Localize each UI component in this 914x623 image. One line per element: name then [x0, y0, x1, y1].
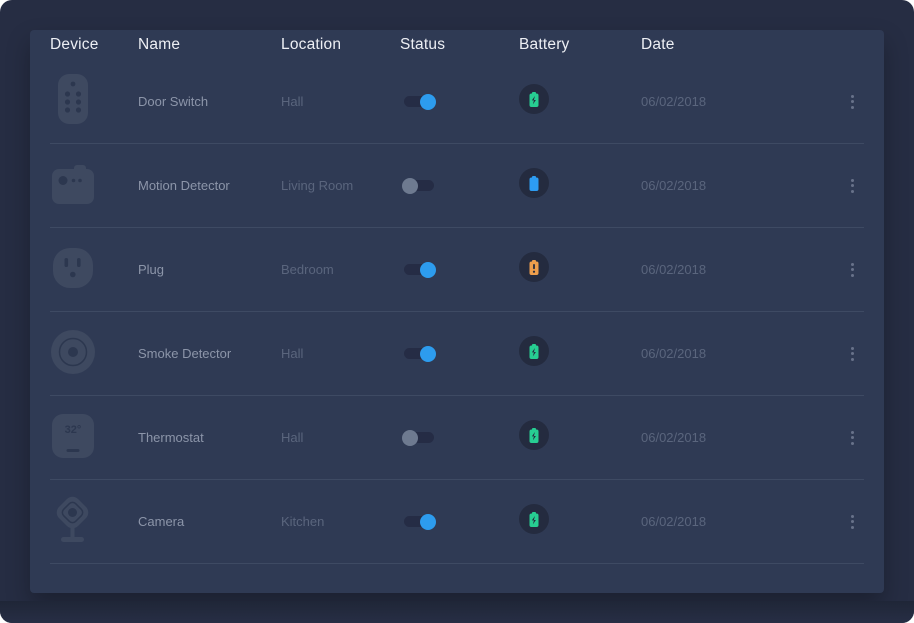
camera-icon [50, 493, 96, 545]
col-header-battery: Battery [519, 36, 641, 54]
battery-full-icon [519, 185, 549, 202]
battery-low-icon [519, 269, 549, 286]
device-location: Hall [281, 94, 400, 109]
table-row-motion-detector: Motion Detector Living Room 06/02/2018 [50, 144, 864, 228]
device-location: Hall [281, 430, 400, 445]
toggle-knob [420, 514, 436, 530]
battery-charging-icon [519, 437, 549, 454]
device-location: Kitchen [281, 514, 400, 529]
thermostat-icon: 32° [50, 409, 96, 461]
device-date: 06/02/2018 [641, 178, 840, 193]
smart-home-devices-window: Device Name Location Status Battery Date… [0, 0, 914, 623]
more-options-button[interactable] [840, 91, 864, 113]
device-name: Plug [138, 262, 281, 277]
device-date: 06/02/2018 [641, 430, 840, 445]
toggle-knob [402, 430, 418, 446]
device-location: Living Room [281, 178, 400, 193]
plug-outlet-icon [50, 241, 96, 293]
status-toggle[interactable] [402, 178, 436, 194]
device-name: Camera [138, 514, 281, 529]
battery-charging-icon [519, 521, 549, 538]
col-header-status: Status [400, 36, 519, 54]
table-row-thermostat: 32° Thermostat Hall 06/02/2018 [50, 396, 864, 480]
table-header: Device Name Location Status Battery Date [50, 30, 864, 60]
status-toggle[interactable] [402, 514, 436, 530]
toggle-knob [420, 94, 436, 110]
device-date: 06/02/2018 [641, 346, 840, 361]
motion-detector-icon [50, 157, 96, 209]
col-header-name: Name [138, 36, 281, 54]
device-name: Thermostat [138, 430, 281, 445]
table-row-camera: Camera Kitchen 06/02/2018 [50, 480, 864, 564]
status-toggle[interactable] [402, 262, 436, 278]
toggle-knob [420, 346, 436, 362]
toggle-knob [402, 178, 418, 194]
status-toggle[interactable] [402, 430, 436, 446]
device-location: Hall [281, 346, 400, 361]
more-options-button[interactable] [840, 427, 864, 449]
col-header-date: Date [641, 36, 840, 54]
table-row-plug: Plug Bedroom 06/02/2018 [50, 228, 864, 312]
device-location: Bedroom [281, 262, 400, 277]
more-options-button[interactable] [840, 259, 864, 281]
devices-table: Device Name Location Status Battery Date… [30, 30, 884, 593]
status-toggle[interactable] [402, 94, 436, 110]
more-options-button[interactable] [840, 175, 864, 197]
more-options-button[interactable] [840, 343, 864, 365]
device-date: 06/02/2018 [641, 94, 840, 109]
col-header-location: Location [281, 36, 400, 54]
battery-charging-icon [519, 353, 549, 370]
col-header-device: Device [50, 36, 138, 54]
device-name: Smoke Detector [138, 346, 281, 361]
device-date: 06/02/2018 [641, 262, 840, 277]
device-name: Door Switch [138, 94, 281, 109]
door-switch-remote-icon [50, 73, 96, 125]
table-row-door-switch: Door Switch Hall 06/02/2018 [50, 60, 864, 144]
device-name: Motion Detector [138, 178, 281, 193]
smoke-detector-icon [50, 325, 96, 377]
window-bottom-edge [0, 601, 914, 623]
more-options-button[interactable] [840, 511, 864, 533]
device-date: 06/02/2018 [641, 514, 840, 529]
status-toggle[interactable] [402, 346, 436, 362]
table-row-smoke-detector: Smoke Detector Hall 06/02/2018 [50, 312, 864, 396]
battery-charging-icon [519, 101, 549, 118]
toggle-knob [420, 262, 436, 278]
svg-text:32°: 32° [65, 424, 82, 436]
